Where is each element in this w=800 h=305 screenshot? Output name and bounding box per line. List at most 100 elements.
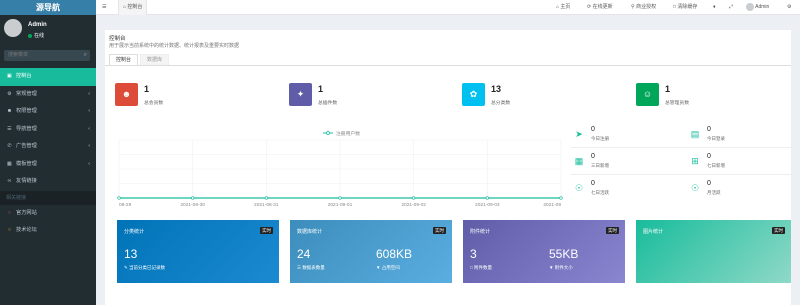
chart-x-tick-label: 08-29 [119, 202, 132, 208]
card-image-stats: 图片统计 实时 [636, 220, 791, 283]
link-icon: ∞ [7, 178, 12, 184]
nav-label: 商业授权 [636, 4, 657, 10]
key-icon: ⚲ [631, 4, 635, 10]
id-card-icon: ▤ [690, 129, 700, 139]
sidebar-item-template[interactable]: ▦ 模板管理 ‹ [0, 156, 96, 174]
mini-label: 三日新增 [591, 163, 609, 168]
user-status: 在线 [28, 32, 44, 39]
stat-value: 1 [318, 84, 324, 94]
admin-menu[interactable]: Admin [746, 0, 769, 15]
mini-value: 0 [591, 126, 595, 133]
circle-icon: ○ [7, 227, 12, 233]
divider [571, 147, 791, 148]
card-label: ▼ 附件大小 [549, 265, 573, 271]
chart-x-tick-label: 2021-09-03 [475, 202, 500, 208]
card-label-text: 当前分类已记录数 [129, 265, 166, 270]
chart-point [412, 196, 416, 200]
sidebar-item-label: 权限管理 [16, 108, 37, 114]
chevron-left-icon: ‹ [88, 160, 90, 167]
chart-point [559, 196, 563, 200]
sidebar-item-auth[interactable]: ☻ 权限管理 ‹ [0, 103, 96, 121]
leaf-icon: ✿ [462, 83, 485, 106]
sidebar-item-ads[interactable]: ✆ 广告管理 ‹ [0, 138, 96, 156]
tab-database[interactable]: 数据库 [140, 54, 170, 65]
main-panel: 控制台 用于展示当前系统中的统计数据、统计报表及重要实时数据 控制台 数据库 ☻ … [105, 30, 791, 305]
nav-home[interactable]: ⌂ 主页 [556, 0, 570, 15]
user-icon: ☺ [636, 83, 659, 106]
card-category-stats: 分类统计 实时 13 ✎ 当前分类已记录数 [117, 220, 279, 283]
tab-dashboard[interactable]: ⌂ 控制台 [118, 0, 148, 15]
chart-point [191, 196, 195, 200]
divider [571, 174, 791, 175]
registration-chart: 08-29 2021-08-30 2021-08-31 2021-09-01 2021-… [117, 130, 563, 208]
mini-value: 0 [707, 153, 711, 160]
sidebar-link-label: 官方网站 [16, 209, 37, 216]
fullscreen-icon[interactable]: ⤢ [729, 0, 733, 15]
realtime-badge: 实时 [433, 227, 446, 234]
chevron-left-icon: ‹ [88, 125, 90, 132]
calendar-plus-icon: ⊞ [691, 156, 699, 166]
sidebar-item-dashboard[interactable]: ▣ 控制台 [0, 68, 96, 86]
sidebar-item-label: 导航管理 [16, 125, 37, 132]
sidebar-section-header: 相关链接 [0, 190, 96, 205]
sidebar-search-input[interactable]: 搜索菜单 ⌕ [4, 50, 90, 61]
chart-x-tick-label: 2021-09-02 [401, 202, 426, 208]
magic-icon: ✦ [289, 83, 312, 106]
chart-x-tick-label: 2021-09-01 [328, 202, 353, 208]
admin-name: Admin [755, 4, 770, 10]
sidebar-item-nav[interactable]: ☰ 导航管理 ‹ [0, 121, 96, 139]
card-label-text: 附件大小 [554, 265, 573, 270]
sidebar-link-official[interactable]: ○ 官方网站 [0, 205, 96, 223]
user-panel: Admin 在线 [0, 15, 96, 45]
card-label-text: 数据表数量 [302, 265, 325, 270]
logo[interactable]: 源导航 [0, 0, 96, 15]
card-title: 数据库统计 [297, 229, 323, 235]
tab-label: 控制台 [127, 4, 143, 10]
stat-members: ☻ 1 总会员数 [111, 79, 271, 111]
card-label: ▼ 占用空间 [376, 265, 400, 271]
chart-legend-marker [326, 131, 330, 135]
mini-label: 月活跃 [707, 190, 721, 195]
chart-point [264, 196, 268, 200]
database-icon: ☰ [297, 265, 302, 270]
filter-icon: ▼ [376, 265, 381, 270]
pencil-icon: ✎ [124, 265, 128, 270]
menu-toggle-icon[interactable]: ☰ [102, 0, 106, 15]
tab-console[interactable]: 控制台 [109, 54, 139, 65]
search-icon[interactable]: ⌕ [84, 50, 87, 61]
status-dot-icon [28, 33, 32, 38]
cogs-icon: ⚙ [7, 90, 12, 97]
card-label: □ 附件数量 [470, 265, 492, 271]
stat-label: 总管理员数 [665, 101, 689, 106]
user-circle-icon: ☉ [574, 183, 584, 193]
chart-point [117, 196, 121, 200]
sidebar-item-general[interactable]: ⚙ 常规管理 ‹ [0, 86, 96, 104]
gear-icon[interactable]: ⚙ [787, 0, 791, 15]
dashboard-icon: ▣ [7, 73, 12, 79]
card-value: 24 [297, 247, 311, 261]
sidebar-item-links[interactable]: ∞ 友情链接 [0, 173, 96, 191]
stat-value: 13 [491, 84, 502, 94]
list-icon: ☰ [7, 125, 12, 132]
nav-license[interactable]: ⚲ 商业授权 [631, 0, 656, 15]
card-value: 608KB [376, 247, 413, 261]
chart-point [338, 196, 342, 200]
chevron-left-icon: ‹ [88, 90, 90, 97]
card-value: 55KB [549, 247, 579, 261]
page-subtitle: 用于展示当前系统中的统计数据、统计报表及重要实时数据 [109, 43, 240, 49]
sidebar-link-forum[interactable]: ○ 技术论坛 [0, 222, 96, 240]
card-database-stats: 数据库统计 实时 24 ☰ 数据表数量 608KB ▼ 占用空间 [290, 220, 452, 283]
nav-update[interactable]: ⟳ 在线更新 [587, 0, 613, 15]
bell-icon[interactable]: ♦ [713, 0, 716, 15]
sidebar-item-label: 常规管理 [16, 90, 37, 97]
nav-clear-cache[interactable]: □ 清除缓存 [673, 0, 697, 15]
mini-label: 今日登录 [707, 136, 725, 141]
sidebar-item-label: 广告管理 [16, 143, 37, 149]
panel-tabs: 控制台 数据库 [109, 54, 171, 65]
sidebar-item-label: 模板管理 [16, 160, 37, 167]
home-icon: ⌂ [123, 4, 127, 10]
chevron-left-icon: ‹ [88, 143, 90, 149]
paper-plane-icon: ➤ [575, 129, 583, 139]
topbar: ☰ ⌂ 控制台 ⌂ 主页 ⟳ 在线更新 ⚲ 商业授权 □ 清除缓存 ♦ ⤢ Ad… [96, 0, 800, 15]
realtime-badge: 实时 [260, 227, 273, 234]
